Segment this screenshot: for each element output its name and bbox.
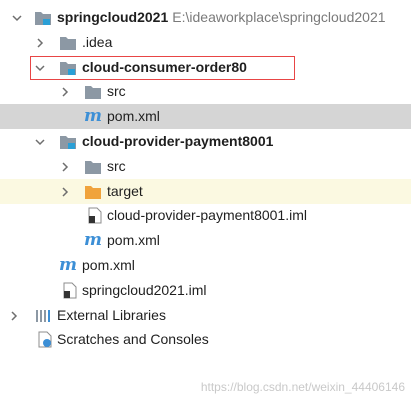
module-name: springcloud2021: [57, 9, 169, 25]
tree-item-label: Scratches and Consoles: [57, 331, 209, 348]
chevron-right-icon[interactable]: [8, 310, 20, 322]
module-folder-icon: [60, 61, 76, 75]
tree-item-scratches-and-consoles[interactable]: Scratches and Consoles: [0, 327, 411, 352]
tree-item-label: springcloud2021 E:\ideaworkplace\springcl…: [57, 9, 386, 26]
tree-item-label: External Libraries: [57, 306, 166, 323]
maven-icon: m: [84, 106, 102, 127]
folder-icon: [85, 160, 101, 174]
tree-item-label: src: [107, 157, 126, 174]
folder-icon: [85, 86, 101, 100]
tree-item-cloud-provider-payment8001[interactable]: cloud-provider-payment8001: [0, 129, 411, 154]
tree-item-external-libraries[interactable]: External Libraries: [0, 303, 411, 328]
tree-item-src[interactable]: src: [0, 154, 411, 179]
tree-item-label: .idea: [82, 33, 113, 50]
iml-file-icon: [88, 207, 102, 224]
chevron-right-icon[interactable]: [59, 186, 71, 198]
tree-item-cloud-consumer-order80[interactable]: cloud-consumer-order80: [0, 55, 411, 80]
tree-item-label: springcloud2021.iml: [82, 281, 207, 298]
tree-item-label: pom.xml: [107, 108, 160, 125]
tree-item-label: pom.xml: [82, 257, 135, 273]
tree-item-label: target: [107, 182, 143, 199]
chevron-down-icon[interactable]: [11, 12, 23, 24]
tree-item-pom-xml[interactable]: m pom.xml: [0, 104, 411, 130]
chevron-right-icon[interactable]: [59, 86, 71, 98]
tree-item-pom-xml[interactable]: m pom.xml: [0, 253, 411, 278]
module-path: E:\ideaworkplace\springcloud2021: [172, 9, 386, 25]
chevron-down-icon[interactable]: [34, 62, 46, 74]
chevron-right-icon[interactable]: [59, 161, 71, 173]
tree-item-iml-file[interactable]: cloud-provider-payment8001.iml: [0, 203, 411, 228]
iml-file-icon: [63, 282, 77, 299]
chevron-down-icon[interactable]: [34, 136, 46, 148]
tree-item-pom-xml[interactable]: m pom.xml: [0, 228, 411, 253]
maven-icon: m: [84, 230, 102, 251]
module-folder-icon: [60, 136, 76, 149]
tree-item-target[interactable]: target: [0, 178, 411, 204]
tree-item-springcloud2021-root[interactable]: springcloud2021 E:\ideaworkplace\springcl…: [0, 5, 411, 30]
module-folder-icon: [35, 12, 51, 25]
tree-item-label: cloud-consumer-order80: [82, 58, 247, 75]
tree-item-label: pom.xml: [107, 232, 160, 249]
tree-item-label: src: [107, 83, 126, 100]
tree-item-idea[interactable]: .idea: [0, 30, 411, 55]
tree-item-iml-file[interactable]: springcloud2021.iml: [0, 278, 411, 303]
tree-item-label: cloud-provider-payment8001.iml: [107, 207, 307, 224]
excluded-folder-icon: [85, 185, 101, 199]
libraries-icon: [36, 309, 50, 322]
tree-item-src[interactable]: src: [0, 79, 411, 104]
watermark: https://blog.csdn.net/weixin_44406146: [200, 380, 405, 394]
scratches-icon: [38, 331, 52, 348]
folder-icon: [60, 36, 76, 50]
maven-icon: m: [59, 255, 77, 275]
tree-item-label: cloud-provider-payment8001: [82, 133, 274, 149]
chevron-right-icon[interactable]: [34, 37, 46, 49]
